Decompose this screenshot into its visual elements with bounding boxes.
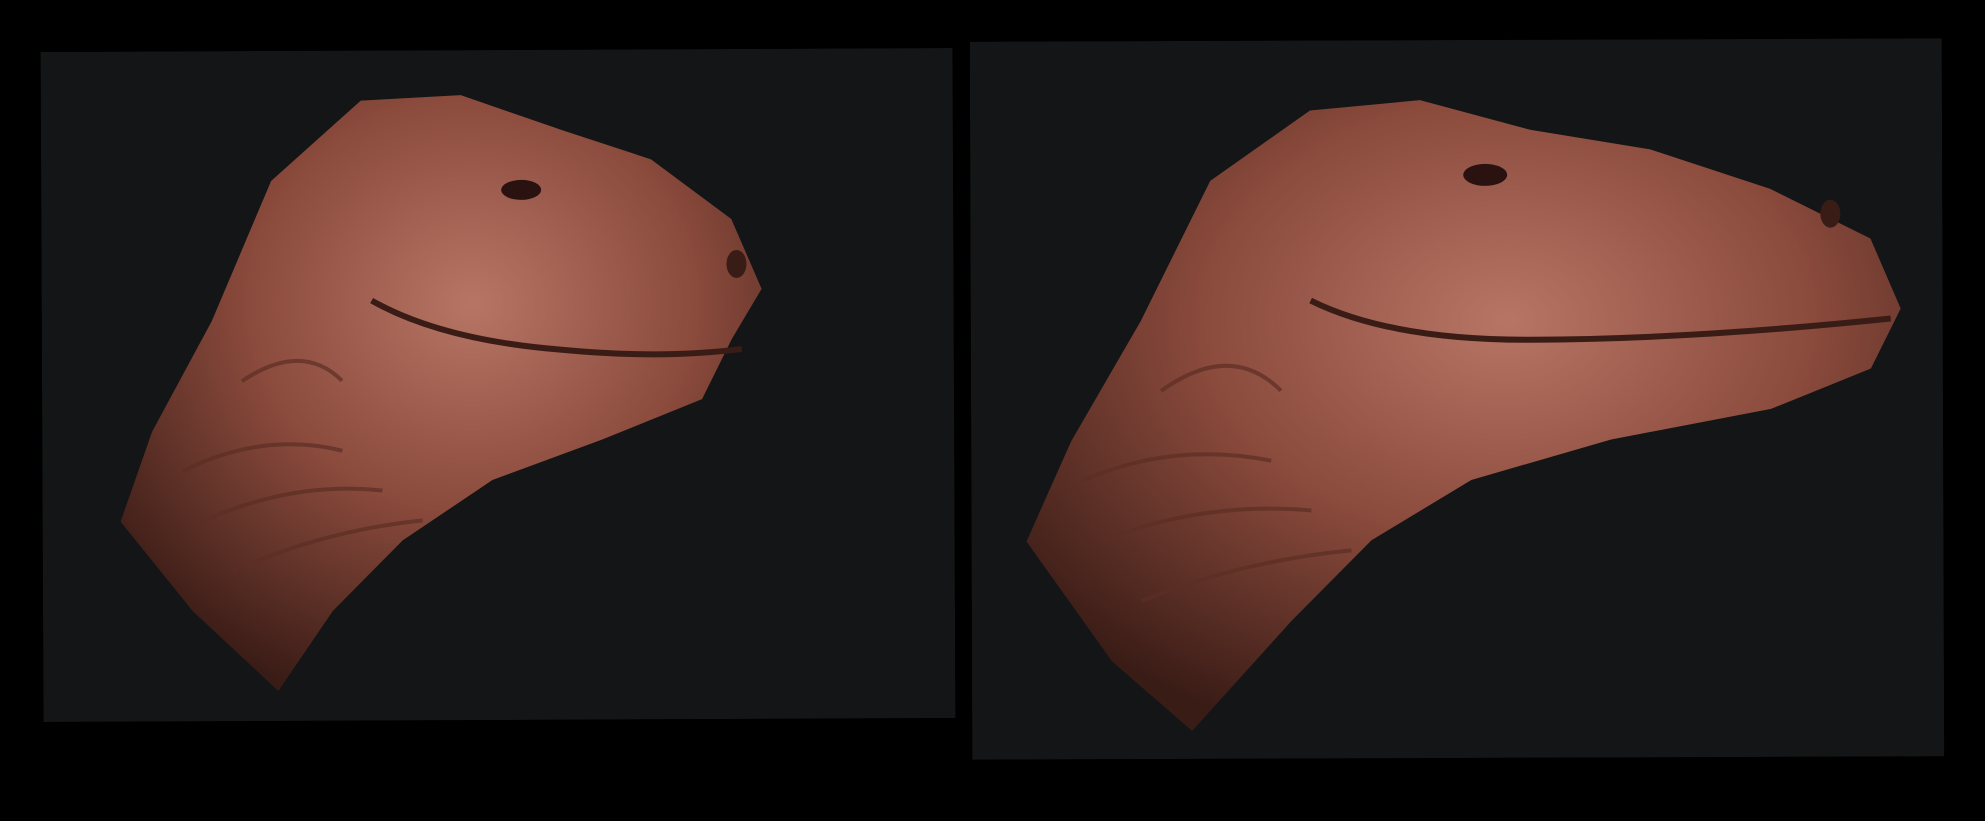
eye bbox=[1463, 163, 1508, 186]
nostril bbox=[1820, 199, 1841, 228]
eye bbox=[501, 179, 542, 200]
dinosaur-head-render-right bbox=[969, 38, 1945, 760]
nostril bbox=[726, 249, 747, 278]
right-render-panel bbox=[969, 38, 1945, 760]
left-render-panel bbox=[40, 48, 956, 722]
dinosaur-head-render-left bbox=[40, 48, 956, 722]
